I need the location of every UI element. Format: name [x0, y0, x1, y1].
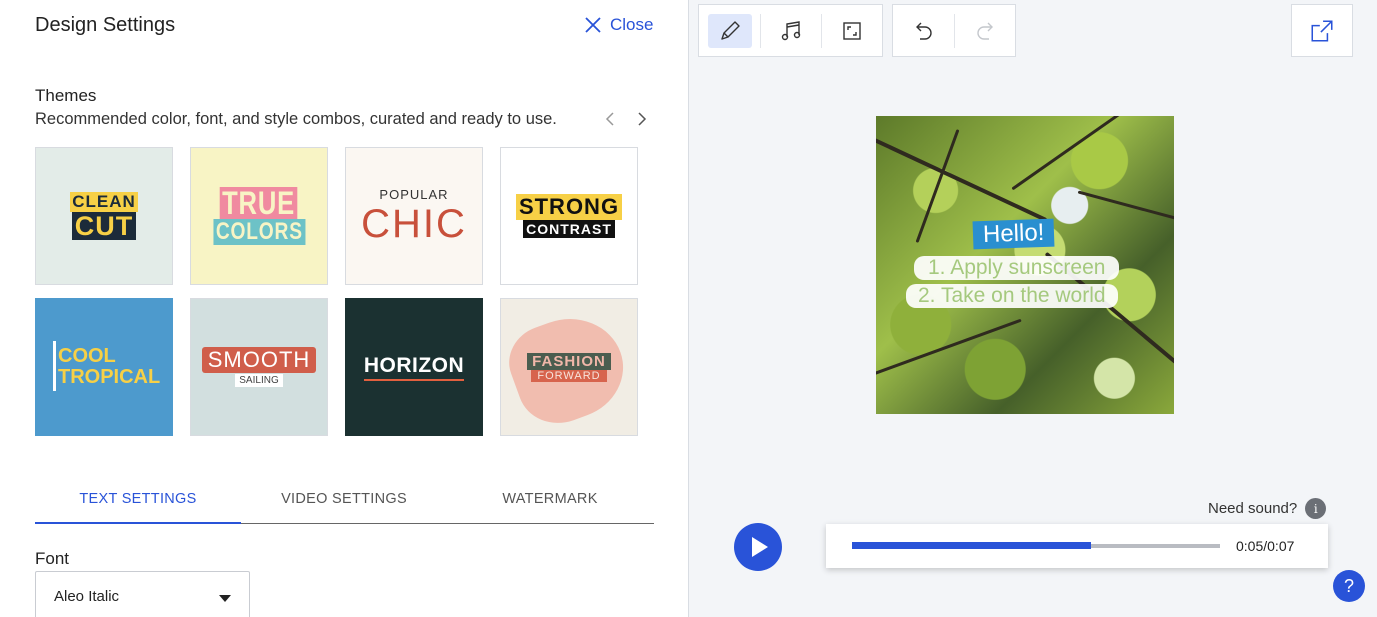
theme-line2: CUT [71, 211, 137, 240]
theme-strong-contrast[interactable]: STRONG CONTRAST [500, 147, 638, 285]
theme-true-colors[interactable]: TRUE COLORS [190, 147, 328, 285]
themes-heading: Themes [35, 86, 97, 105]
chevron-left-icon [605, 112, 614, 126]
close-button[interactable]: Close [584, 15, 653, 35]
music-tool-button[interactable] [760, 5, 821, 56]
tree-branch [876, 133, 1048, 223]
share-button[interactable] [1291, 4, 1353, 57]
play-icon [752, 537, 768, 557]
theme-line1: HORIZON [363, 354, 465, 381]
font-select[interactable]: Aleo Italic [35, 571, 250, 617]
theme-line1: POPULAR [379, 186, 449, 202]
chevron-right-icon [638, 112, 647, 126]
redo-icon [976, 22, 993, 40]
theme-line2: FORWARD [531, 369, 607, 382]
theme-line1: COOL [58, 345, 116, 367]
theme-smooth-sailing[interactable]: SMOOTH SAILING [190, 298, 328, 436]
themes-grid: CLEAN CUT TRUE COLORS POPULAR CHIC STRON… [35, 147, 638, 436]
theme-clean-cut[interactable]: CLEAN CUT [35, 147, 173, 285]
design-settings-panel: Design Settings Close Themes Recommended… [0, 0, 689, 617]
edit-tools-group [698, 4, 883, 57]
redo-button[interactable] [954, 5, 1015, 56]
theme-horizon[interactable]: HORIZON [345, 298, 483, 436]
close-label: Close [610, 15, 654, 34]
font-select-value: Aleo Italic [54, 587, 120, 605]
undo-icon [915, 22, 932, 40]
undo-button[interactable] [893, 5, 954, 56]
close-icon [585, 17, 601, 33]
theme-line1: TRUE [220, 187, 298, 220]
video-text-line1: 1. Apply sunscreen [914, 256, 1120, 280]
app-root: Design Settings Close Themes Recommended… [0, 0, 1377, 617]
tree-branch [915, 129, 960, 243]
progress-track[interactable] [852, 542, 1220, 549]
theme-line2: TROPICAL [58, 366, 161, 388]
help-button[interactable]: ? [1333, 570, 1365, 602]
next-themes-button[interactable] [635, 110, 649, 128]
tab-text-settings[interactable]: TEXT SETTINGS [35, 483, 241, 524]
playback-time: 0:05/0:07 [1236, 538, 1295, 554]
resize-icon [842, 21, 861, 40]
theme-line2: CHIC [361, 201, 467, 246]
theme-accent-bar [53, 341, 56, 391]
tab-watermark[interactable]: WATERMARK [447, 483, 653, 523]
info-icon[interactable]: i [1305, 498, 1327, 519]
theme-line1: FASHION [527, 352, 611, 370]
resize-tool-button[interactable] [821, 5, 882, 56]
theme-popular-chic[interactable]: POPULAR CHIC [345, 147, 483, 285]
theme-fashion-forward[interactable]: FASHION FORWARD [500, 298, 638, 436]
settings-tabs: TEXT SETTINGS VIDEO SETTINGS WATERMARK [35, 483, 654, 524]
font-label: Font [35, 549, 70, 568]
tab-video-settings[interactable]: VIDEO SETTINGS [241, 483, 447, 523]
pen-tool-button[interactable] [699, 5, 760, 56]
theme-line2: COLORS [213, 219, 305, 245]
pen-icon [720, 20, 740, 40]
caret-down-icon [219, 595, 231, 602]
theme-cool-tropical[interactable]: COOL TROPICAL [35, 298, 173, 436]
theme-line1: STRONG [515, 194, 623, 220]
video-preview[interactable]: Hello! 1. Apply sunscreen 2. Take on the… [876, 116, 1174, 414]
themes-pagination [603, 110, 649, 128]
video-text-line2: 2. Take on the world [906, 284, 1118, 308]
question-mark-icon: ? [1343, 575, 1354, 596]
theme-line1: CLEAN [70, 191, 138, 212]
theme-line2: CONTRAST [523, 220, 615, 238]
tree-branch [1077, 190, 1174, 225]
video-text-hello: Hello! [972, 218, 1055, 250]
progress-fill [852, 542, 1092, 549]
play-button[interactable] [734, 523, 782, 571]
need-sound-hint: Need sound? i [1208, 498, 1327, 519]
history-tools-group [892, 4, 1016, 57]
theme-line2: SAILING [235, 374, 283, 387]
prev-themes-button[interactable] [603, 110, 617, 128]
tree-branch [876, 318, 1022, 377]
need-sound-label: Need sound? [1208, 500, 1298, 517]
panel-title: Design Settings [35, 14, 176, 36]
playback-bar: 0:05/0:07 [826, 524, 1328, 568]
themes-subtitle: Recommended color, font, and style combo… [35, 110, 557, 128]
active-highlight [707, 13, 752, 48]
theme-line1: SMOOTH [201, 347, 317, 373]
music-note-icon [781, 20, 800, 40]
share-icon [1311, 19, 1333, 42]
tree-branch [1011, 116, 1161, 191]
